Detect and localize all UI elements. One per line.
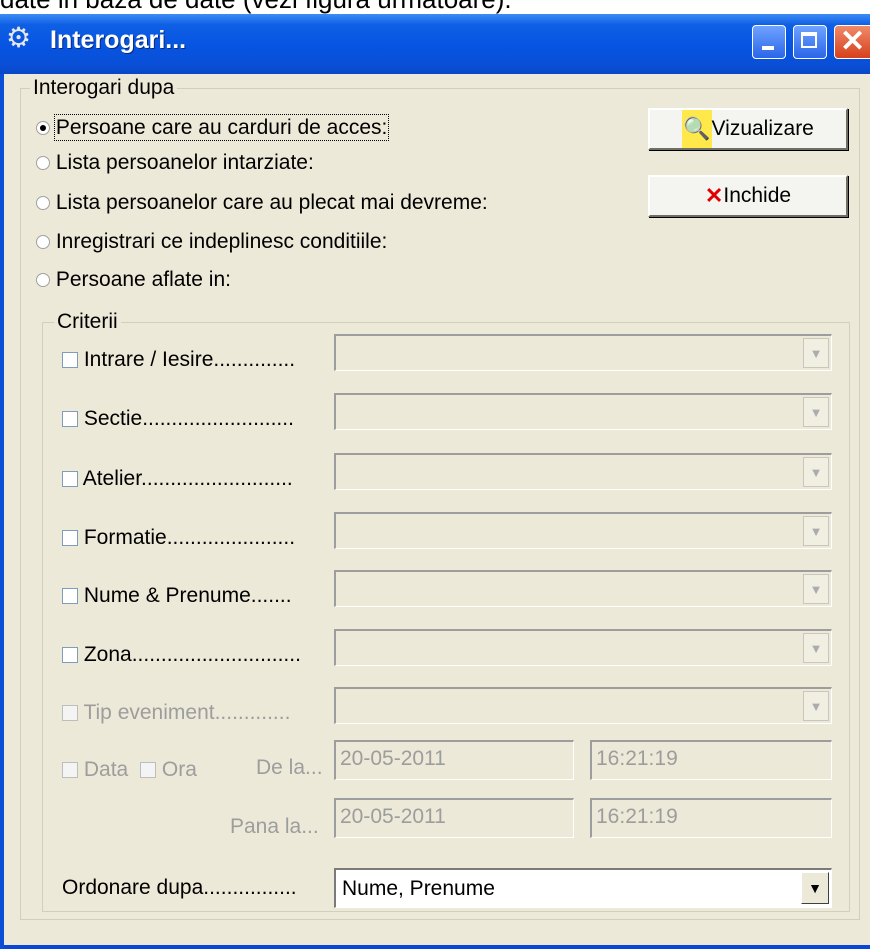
date-time-checkboxes: Data Ora bbox=[62, 758, 197, 782]
dropdown-arrow-icon: ▼ bbox=[803, 691, 829, 721]
criteria-row-zone[interactable]: Zona............................. bbox=[62, 643, 301, 667]
view-button-label: Vizualizare bbox=[711, 117, 814, 140]
close-window-button[interactable]: ✕ bbox=[834, 25, 870, 59]
event-type-combo: ▼ bbox=[334, 687, 832, 724]
radio-label: Persoane care au carduri de acces: bbox=[53, 114, 390, 141]
criteria-label: Formatie...................... bbox=[83, 526, 296, 549]
criteria-row-name[interactable]: Nume & Prenume....... bbox=[62, 584, 292, 608]
radio-option-late-persons[interactable]: Lista persoanelor intarziate: bbox=[36, 151, 314, 175]
criteria-checkbox bbox=[62, 705, 78, 721]
name-combo[interactable]: ▼ bbox=[334, 570, 832, 607]
dropdown-arrow-icon[interactable]: ▼ bbox=[803, 338, 829, 368]
maximize-button[interactable] bbox=[793, 25, 827, 59]
time-checkbox bbox=[140, 762, 157, 778]
magnifier-page-icon: 🔍 bbox=[682, 110, 712, 148]
radio-label: Inregistrari ce indeplinesc conditiile: bbox=[55, 230, 388, 253]
criteria-checkbox[interactable] bbox=[62, 588, 78, 604]
maximize-icon bbox=[801, 32, 817, 48]
criteria-label: Sectie.......................... bbox=[83, 407, 294, 430]
criteria-label: Intrare / Iesire.............. bbox=[83, 348, 296, 371]
radio-option-card-holders[interactable]: Persoane care au carduri de acces: bbox=[36, 114, 390, 141]
criteria-checkbox[interactable] bbox=[62, 352, 78, 368]
to-time-field: 16:21:19 bbox=[590, 798, 832, 838]
dropdown-arrow-icon[interactable]: ▼ bbox=[803, 633, 829, 663]
criteria-row-section[interactable]: Sectie.......................... bbox=[62, 407, 294, 431]
from-label: De la... bbox=[256, 756, 323, 779]
section-combo[interactable]: ▼ bbox=[334, 393, 832, 430]
criteria-checkbox[interactable] bbox=[62, 647, 78, 663]
entry-exit-combo[interactable]: ▼ bbox=[334, 334, 832, 371]
from-time-field: 16:21:19 bbox=[590, 740, 832, 780]
radio-option-records-conditions[interactable]: Inregistrari ce indeplinesc conditiile: bbox=[36, 230, 387, 254]
radio-button[interactable] bbox=[36, 121, 50, 135]
radio-option-left-early[interactable]: Lista persoanelor care au plecat mai dev… bbox=[36, 191, 488, 215]
from-date-field: 20-05-2011 bbox=[334, 740, 574, 780]
criteria-label: Zona............................. bbox=[83, 643, 301, 666]
order-by-value: Nume, Prenume bbox=[342, 877, 495, 900]
radio-button[interactable] bbox=[36, 196, 50, 210]
close-button[interactable]: ✕Inchide bbox=[648, 175, 848, 217]
radio-button[interactable] bbox=[36, 156, 50, 170]
criteria-group-label: Criterii bbox=[54, 310, 121, 334]
dropdown-arrow-icon[interactable]: ▼ bbox=[803, 397, 829, 427]
dropdown-arrow-icon[interactable]: ▼ bbox=[803, 516, 829, 546]
criteria-row-formation[interactable]: Formatie...................... bbox=[62, 526, 295, 550]
document-caption-text: date in baza de date (vezi figura urmato… bbox=[0, 0, 870, 14]
criteria-row-workshop[interactable]: Atelier.......................... bbox=[62, 467, 293, 491]
order-by-combo[interactable]: Nume, Prenume ▼ bbox=[334, 868, 832, 908]
gear-icon: ⚙ bbox=[6, 22, 32, 53]
criteria-checkbox[interactable] bbox=[62, 471, 78, 487]
radio-button[interactable] bbox=[36, 273, 50, 287]
criteria-label: Nume & Prenume....... bbox=[83, 584, 292, 607]
criteria-checkbox[interactable] bbox=[62, 530, 78, 546]
minimize-button[interactable] bbox=[752, 25, 786, 59]
radio-label: Persoane aflate in: bbox=[55, 268, 231, 291]
criteria-label: Tip eveniment............. bbox=[83, 701, 291, 724]
to-date-field: 20-05-2011 bbox=[334, 798, 574, 838]
order-by-label: Ordonare dupa................ bbox=[62, 876, 297, 899]
red-x-icon: ✕ bbox=[704, 183, 724, 208]
workshop-combo[interactable]: ▼ bbox=[334, 453, 832, 490]
close-icon: ✕ bbox=[840, 25, 866, 58]
window-title: Interogari... bbox=[50, 26, 187, 54]
radio-button[interactable] bbox=[36, 235, 50, 249]
radio-label: Lista persoanelor care au plecat mai dev… bbox=[55, 191, 488, 214]
criteria-row-event-type: Tip eveniment............. bbox=[62, 701, 290, 725]
criteria-row-entry-exit[interactable]: Intrare / Iesire.............. bbox=[62, 348, 295, 372]
formation-combo[interactable]: ▼ bbox=[334, 512, 832, 549]
radio-label: Lista persoanelor intarziate: bbox=[55, 151, 314, 174]
dropdown-arrow-icon[interactable]: ▼ bbox=[801, 872, 829, 904]
criteria-label: Atelier.......................... bbox=[82, 467, 293, 490]
zone-combo[interactable]: ▼ bbox=[334, 629, 832, 666]
query-group-label: Interogari dupa bbox=[30, 76, 178, 100]
time-checkbox-label: Ora bbox=[161, 758, 197, 781]
date-checkbox-label: Data bbox=[83, 758, 129, 781]
minimize-icon bbox=[762, 46, 774, 50]
date-checkbox bbox=[62, 762, 78, 778]
view-button[interactable]: 🔍Vizualizare bbox=[648, 108, 848, 150]
to-label: Pana la... bbox=[230, 815, 319, 838]
radio-option-persons-in[interactable]: Persoane aflate in: bbox=[36, 268, 231, 292]
dropdown-arrow-icon[interactable]: ▼ bbox=[803, 574, 829, 604]
dropdown-arrow-icon[interactable]: ▼ bbox=[803, 457, 829, 487]
close-button-label: Inchide bbox=[723, 184, 792, 207]
criteria-checkbox[interactable] bbox=[62, 411, 78, 427]
